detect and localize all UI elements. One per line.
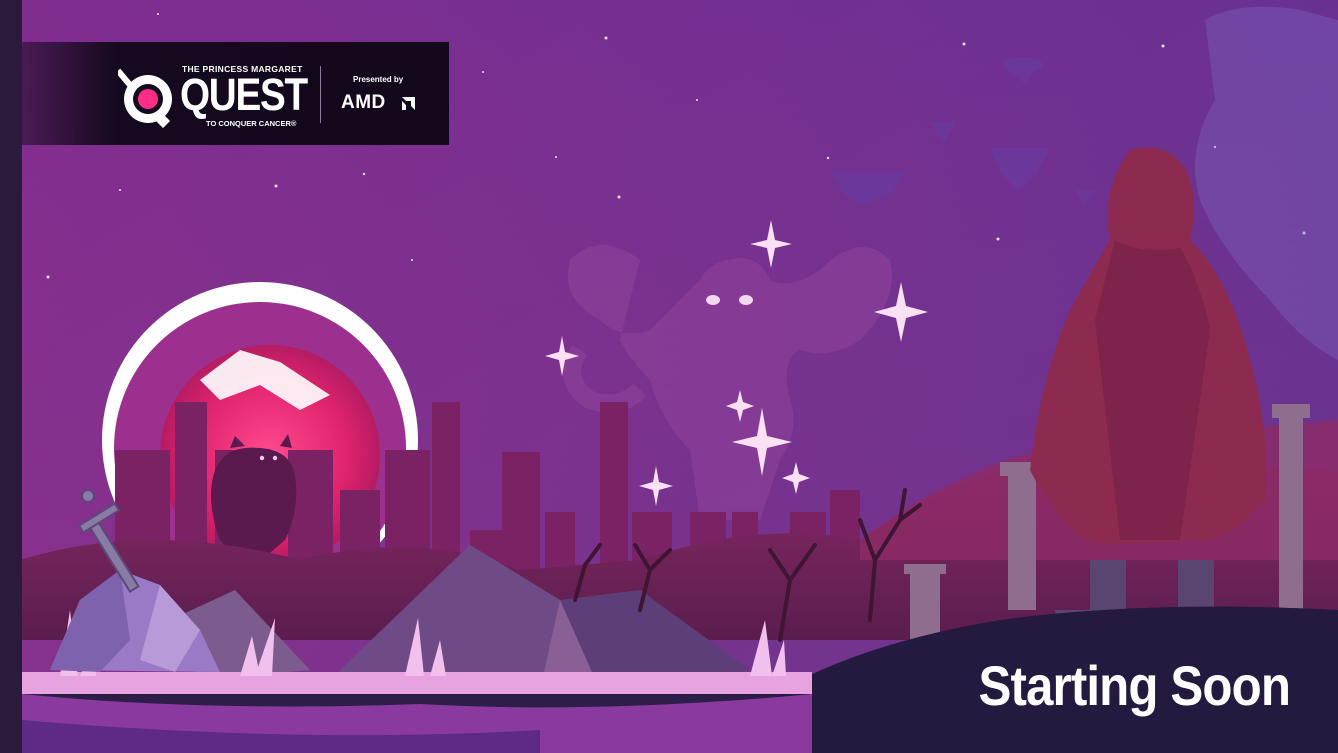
amd-logo-icon [402, 97, 415, 110]
event-logo-banner: THE PRINCESS MARGARET QUEST TO CONQUER C… [22, 42, 449, 145]
grass-strip [22, 672, 812, 753]
logo-tagline: TO CONQUER CANCER® [206, 119, 297, 128]
starting-soon-text: Starting Soon [978, 654, 1290, 717]
presented-by-label: Presented by [353, 75, 404, 84]
logo-title: QUEST [180, 69, 308, 120]
quest-logo-icon [118, 68, 172, 128]
stream-scene: THE PRINCESS MARGARET QUEST TO CONQUER C… [0, 0, 1338, 753]
left-frame-strip [0, 0, 22, 753]
sponsor-name: AMD [341, 92, 386, 113]
logo-divider [320, 66, 321, 123]
